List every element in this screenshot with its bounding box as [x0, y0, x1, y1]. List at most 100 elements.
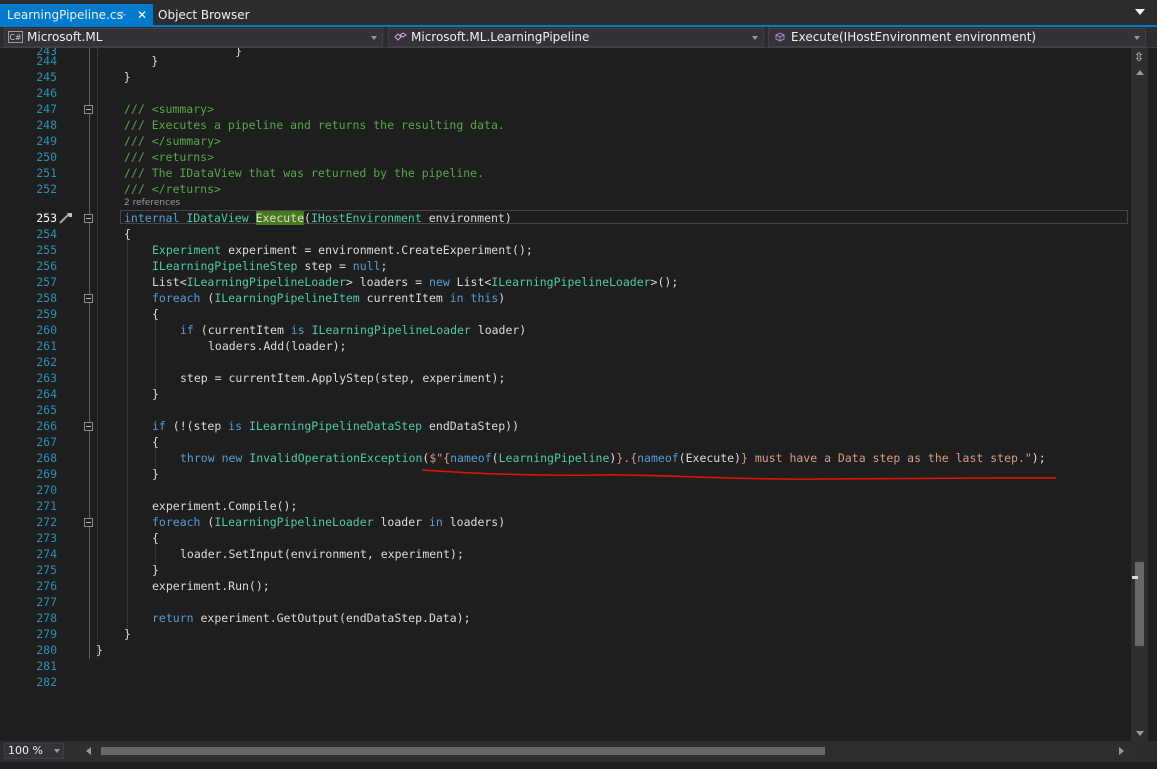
line-number: 244	[36, 54, 57, 68]
red-annotation-underline	[421, 469, 1057, 480]
collapse-icon[interactable]	[84, 422, 93, 431]
line-number: 282	[36, 675, 57, 689]
collapse-icon[interactable]	[84, 214, 93, 223]
line-number: 251	[36, 166, 57, 180]
class-icon	[392, 31, 407, 43]
scroll-right-icon[interactable]	[1119, 747, 1124, 755]
line-number: 245	[36, 70, 57, 84]
codelens-references[interactable]: 2 references	[124, 197, 180, 209]
zoom-dropdown[interactable]: 100 %	[4, 743, 64, 759]
chevron-down-icon	[54, 749, 60, 753]
line-number: 281	[36, 659, 57, 673]
code-text: }	[152, 48, 243, 58]
collapse-icon[interactable]	[84, 294, 93, 303]
code-line: }	[152, 387, 159, 401]
line-number: 274	[36, 547, 57, 561]
pin-icon[interactable]: ⊹	[118, 4, 126, 27]
code-line: return experiment.GetOutput(endDataStep.…	[152, 611, 471, 625]
code-line-comment: /// The IDataView that was returned by t…	[124, 166, 485, 180]
line-number: 268	[36, 451, 57, 465]
code-line-comment: /// </summary>	[124, 134, 221, 148]
document-tab-bar: LearningPipeline.cs ⊹ ✕ Object Browser	[0, 0, 1157, 27]
vertical-scrollbar[interactable]	[1131, 48, 1148, 741]
scroll-thumb[interactable]	[1135, 562, 1144, 646]
code-line: loaders.Add(loader);	[208, 339, 347, 353]
code-line: }	[124, 627, 131, 641]
code-editor[interactable]: 243 244 245 246 247 248 249 250 251 252 …	[0, 48, 1131, 741]
scroll-thumb[interactable]	[101, 747, 825, 755]
code-line: {	[152, 531, 159, 545]
line-number: 247	[36, 102, 57, 116]
tab-learningpipeline-cs[interactable]: LearningPipeline.cs ⊹ ✕	[0, 4, 153, 27]
code-line-comment: /// </returns>	[124, 182, 221, 196]
line-number: 261	[36, 339, 57, 353]
code-line: step = currentItem.ApplyStep(step, exper…	[180, 371, 506, 385]
line-number: 277	[36, 595, 57, 609]
line-number: 276	[36, 579, 57, 593]
method-icon	[772, 31, 787, 43]
code-line-comment: /// Executes a pipeline and returns the …	[124, 118, 505, 132]
line-number: 271	[36, 499, 57, 513]
line-number: 259	[36, 307, 57, 321]
collapse-icon[interactable]	[84, 105, 93, 114]
line-number: 260	[36, 323, 57, 337]
project-dropdown[interactable]: C# Microsoft.ML	[4, 28, 383, 47]
line-number: 255	[36, 243, 57, 257]
line-number: 270	[36, 483, 57, 497]
bottom-border	[0, 762, 1157, 769]
split-window-icon[interactable]: ⇳	[1133, 50, 1145, 64]
line-number: 246	[36, 86, 57, 100]
line-number: 249	[36, 134, 57, 148]
line-number: 273	[36, 531, 57, 545]
tab-object-browser[interactable]: Object Browser	[154, 4, 264, 27]
code-line: Experiment experiment = environment.Crea…	[152, 243, 533, 257]
indent-guide	[127, 238, 128, 632]
project-name: Microsoft.ML	[27, 30, 103, 44]
code-line: experiment.Compile();	[152, 499, 298, 513]
line-number-current: 253	[36, 211, 57, 225]
scroll-down-icon[interactable]	[1136, 731, 1144, 736]
line-number: 250	[36, 150, 57, 164]
line-number: 248	[36, 118, 57, 132]
type-dropdown[interactable]: Microsoft.ML.LearningPipeline	[388, 28, 764, 47]
code-line: {	[152, 307, 159, 321]
code-line: }	[96, 54, 159, 68]
code-line-method-signature: internal IDataView Execute(IHostEnvironm…	[124, 211, 512, 225]
indent-guide	[155, 318, 156, 396]
quick-actions-icon[interactable]	[57, 211, 75, 225]
csharp-project-icon: C#	[8, 31, 23, 43]
code-line-comment: /// <summary>	[124, 102, 215, 116]
indent-guide	[97, 48, 98, 658]
code-line-throw: throw new InvalidOperationException($"{n…	[180, 451, 1046, 465]
code-line: loader.SetInput(environment, experiment)…	[180, 547, 464, 561]
code-line: if (!(step is ILearningPipelineDataStep …	[152, 419, 519, 433]
line-number: 279	[36, 627, 57, 641]
line-number: 278	[36, 611, 57, 625]
line-number: 269	[36, 467, 57, 481]
line-number: 266	[36, 419, 57, 433]
horizontal-scrollbar[interactable]	[69, 743, 1131, 759]
tab-label: LearningPipeline.cs	[7, 8, 123, 22]
code-line: List<ILearningPipelineLoader> loaders = …	[152, 275, 679, 289]
close-icon[interactable]: ✕	[137, 4, 147, 27]
line-number: 275	[36, 563, 57, 577]
code-line: foreach (ILearningPipelineLoader loader …	[152, 515, 506, 529]
code-line: }	[152, 563, 159, 577]
chevron-down-icon	[1134, 36, 1140, 40]
code-line: foreach (ILearningPipelineItem currentIt…	[152, 291, 506, 305]
code-line: }	[152, 48, 242, 58]
collapse-icon[interactable]	[84, 518, 93, 527]
outline-margin-line	[89, 48, 90, 659]
caret-position-marker	[1132, 576, 1138, 579]
code-line: experiment.Run();	[152, 579, 270, 593]
code-line-comment: /// <returns>	[124, 150, 215, 164]
line-number: 265	[36, 403, 57, 417]
code-line: {	[152, 435, 159, 449]
scroll-left-icon[interactable]	[86, 747, 91, 755]
code-line: if (currentItem is ILearningPipelineLoad…	[180, 323, 527, 337]
line-number: 280	[36, 643, 57, 657]
tab-list-dropdown-icon[interactable]	[1135, 9, 1145, 15]
scroll-up-icon[interactable]	[1136, 70, 1144, 75]
member-dropdown[interactable]: Execute(IHostEnvironment environment)	[768, 28, 1146, 47]
code-line: ILearningPipelineStep step = null;	[152, 259, 388, 273]
